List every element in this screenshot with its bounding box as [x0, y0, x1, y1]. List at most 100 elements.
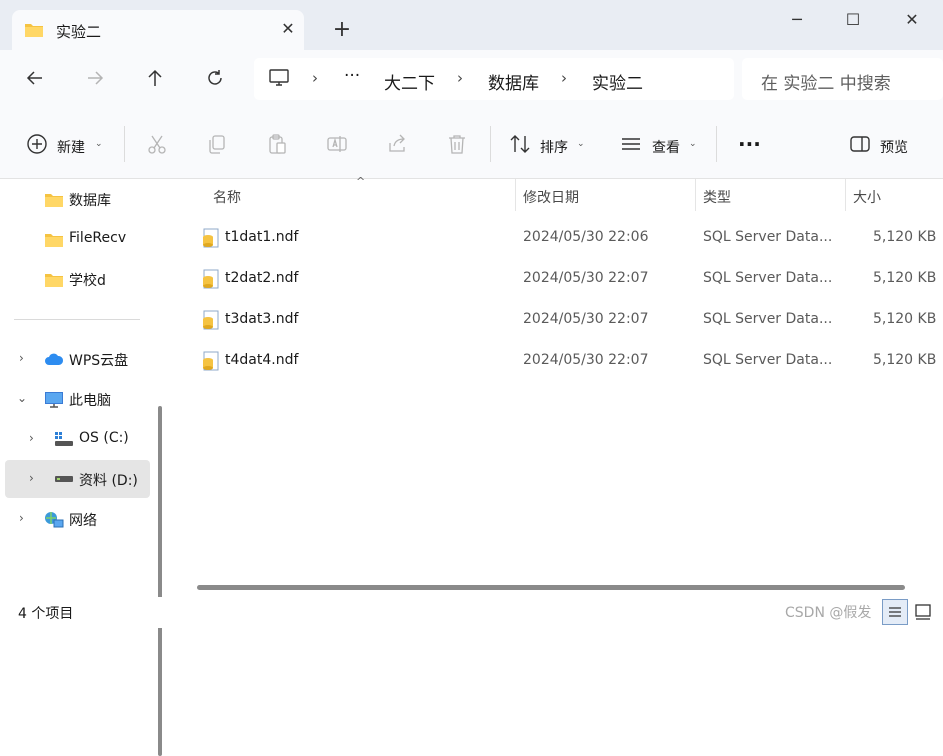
more-options-button[interactable]: ···: [738, 132, 761, 156]
sort-button[interactable]: 排序: [540, 137, 568, 157]
file-name: t4dat4.ndf: [225, 352, 299, 368]
breadcrumb-item[interactable]: 数据库: [488, 69, 539, 94]
toolbar-divider: [716, 126, 717, 162]
delete-icon[interactable]: [446, 133, 468, 155]
share-icon[interactable]: [386, 133, 408, 155]
address-bar[interactable]: › ··· 大二下 › 数据库 › 实验二: [254, 58, 734, 100]
details-view-button[interactable]: [882, 599, 908, 625]
chevron-down-icon[interactable]: ⌄: [17, 391, 27, 405]
chevron-right-icon: ›: [561, 69, 567, 87]
arrow-left-icon: [26, 71, 42, 85]
nav-label: 数据库: [69, 193, 111, 209]
minimize-button[interactable]: ─: [775, 6, 819, 34]
file-size: 5,120 KB: [873, 270, 937, 286]
tab-current[interactable]: 实验二 ✕: [12, 10, 304, 50]
forward-button[interactable]: [80, 65, 110, 95]
file-modified: 2024/05/30 22:07: [523, 311, 649, 327]
toolbar-divider: [124, 126, 125, 162]
column-divider[interactable]: [845, 179, 846, 211]
paste-icon[interactable]: [266, 133, 288, 155]
arrow-up-icon: [148, 69, 162, 86]
chevron-right-icon[interactable]: ›: [29, 431, 34, 445]
cut-icon[interactable]: [146, 133, 168, 155]
nav-scrollbar[interactable]: [158, 406, 162, 756]
nav-label: WPS云盘: [69, 353, 129, 369]
view-lines-icon: [620, 133, 642, 155]
file-type: SQL Server Data...: [703, 270, 833, 286]
back-button[interactable]: [20, 65, 50, 95]
watermark: CSDN @假发: [785, 605, 872, 621]
chevron-right-icon[interactable]: ›: [19, 351, 24, 365]
column-header-size[interactable]: 大小: [853, 187, 881, 207]
title-bar: 实验二 ✕ + ─ ☐ ✕: [0, 0, 943, 50]
table-row[interactable]: t4dat4.ndf 2024/05/30 22:07 SQL Server D…: [173, 341, 943, 381]
file-list: ^ 名称 修改日期 类型 大小 t1dat1.ndf 2024/05/30 22…: [173, 175, 943, 597]
up-button[interactable]: [140, 65, 170, 95]
column-header-name[interactable]: 名称: [213, 187, 241, 207]
horizontal-scrollbar[interactable]: [197, 585, 905, 590]
chevron-right-icon[interactable]: ›: [19, 511, 24, 525]
column-divider[interactable]: [515, 179, 516, 211]
nav-label: OS (C:): [79, 430, 129, 446]
tiles-view-icon: [915, 604, 931, 620]
table-row[interactable]: t2dat2.ndf 2024/05/30 22:07 SQL Server D…: [173, 259, 943, 299]
database-file-icon: [201, 228, 219, 252]
breadcrumb-overflow[interactable]: ···: [344, 66, 360, 86]
tiles-view-button[interactable]: [912, 601, 934, 623]
nav-item-drive-c[interactable]: › OS (C:): [5, 420, 150, 458]
nav-item-network[interactable]: › 网络: [5, 500, 150, 538]
monitor-icon: [44, 391, 64, 413]
file-type: SQL Server Data...: [703, 311, 833, 327]
toolbar-divider: [490, 126, 491, 162]
refresh-icon: [208, 70, 222, 85]
rename-icon[interactable]: [326, 133, 348, 155]
chevron-down-icon: ⌄: [689, 139, 697, 149]
database-file-icon: [201, 269, 219, 293]
close-button[interactable]: ✕: [890, 6, 934, 34]
system-drive-icon: [54, 431, 74, 451]
table-row[interactable]: t3dat3.ndf 2024/05/30 22:07 SQL Server D…: [173, 300, 943, 340]
folder-icon: [44, 192, 64, 212]
nav-item-wps-cloud[interactable]: › WPS云盘: [5, 340, 150, 378]
new-button[interactable]: 新建: [57, 137, 85, 157]
sort-icon: [509, 133, 531, 155]
column-header-type[interactable]: 类型: [703, 187, 731, 207]
navigation-pane: 数据库 FileRecv 学校d › WPS云盘 ⌄ 此电脑 › OS (C:)…: [0, 179, 170, 756]
file-name: t1dat1.ndf: [225, 229, 299, 245]
table-row[interactable]: t1dat1.ndf 2024/05/30 22:06 SQL Server D…: [173, 218, 943, 258]
item-count: 4 个项目: [18, 606, 74, 622]
nav-label: 网络: [69, 513, 97, 529]
tab-close-icon[interactable]: ✕: [277, 18, 299, 40]
database-file-icon: [201, 310, 219, 334]
file-size: 5,120 KB: [873, 311, 937, 327]
column-header-modified[interactable]: 修改日期: [523, 187, 579, 207]
column-divider[interactable]: [695, 179, 696, 211]
copy-icon[interactable]: [206, 133, 228, 155]
drive-icon: [54, 473, 74, 489]
nav-item-quick-access[interactable]: 数据库: [5, 180, 150, 218]
chevron-right-icon: ›: [312, 69, 318, 87]
chevron-down-icon: ⌄: [95, 139, 103, 149]
breadcrumb-item[interactable]: 实验二: [592, 69, 643, 94]
nav-label: 资料 (D:): [79, 473, 138, 489]
chevron-down-icon: ⌄: [577, 139, 585, 149]
new-tab-button[interactable]: +: [330, 18, 354, 42]
database-file-icon: [201, 351, 219, 375]
monitor-icon: [269, 69, 289, 91]
status-bar: 4 个项目 CSDN @假发: [0, 597, 943, 628]
view-button[interactable]: 查看: [652, 137, 680, 157]
chevron-right-icon[interactable]: ›: [29, 471, 34, 485]
file-type: SQL Server Data...: [703, 352, 833, 368]
refresh-button[interactable]: [200, 65, 230, 95]
preview-button[interactable]: 预览: [880, 137, 908, 157]
nav-item-drive-d[interactable]: › 资料 (D:): [5, 460, 150, 498]
file-size: 5,120 KB: [873, 229, 937, 245]
breadcrumb-item[interactable]: 大二下: [384, 69, 435, 94]
maximize-button[interactable]: ☐: [831, 6, 875, 34]
nav-item-this-pc[interactable]: ⌄ 此电脑: [5, 380, 150, 418]
chevron-right-icon: ›: [457, 69, 463, 87]
search-input[interactable]: 在 实验二 中搜索: [742, 58, 943, 100]
nav-label: 学校d: [69, 273, 106, 289]
nav-item-quick-access[interactable]: 学校d: [5, 260, 150, 298]
nav-item-quick-access[interactable]: FileRecv: [5, 220, 150, 258]
